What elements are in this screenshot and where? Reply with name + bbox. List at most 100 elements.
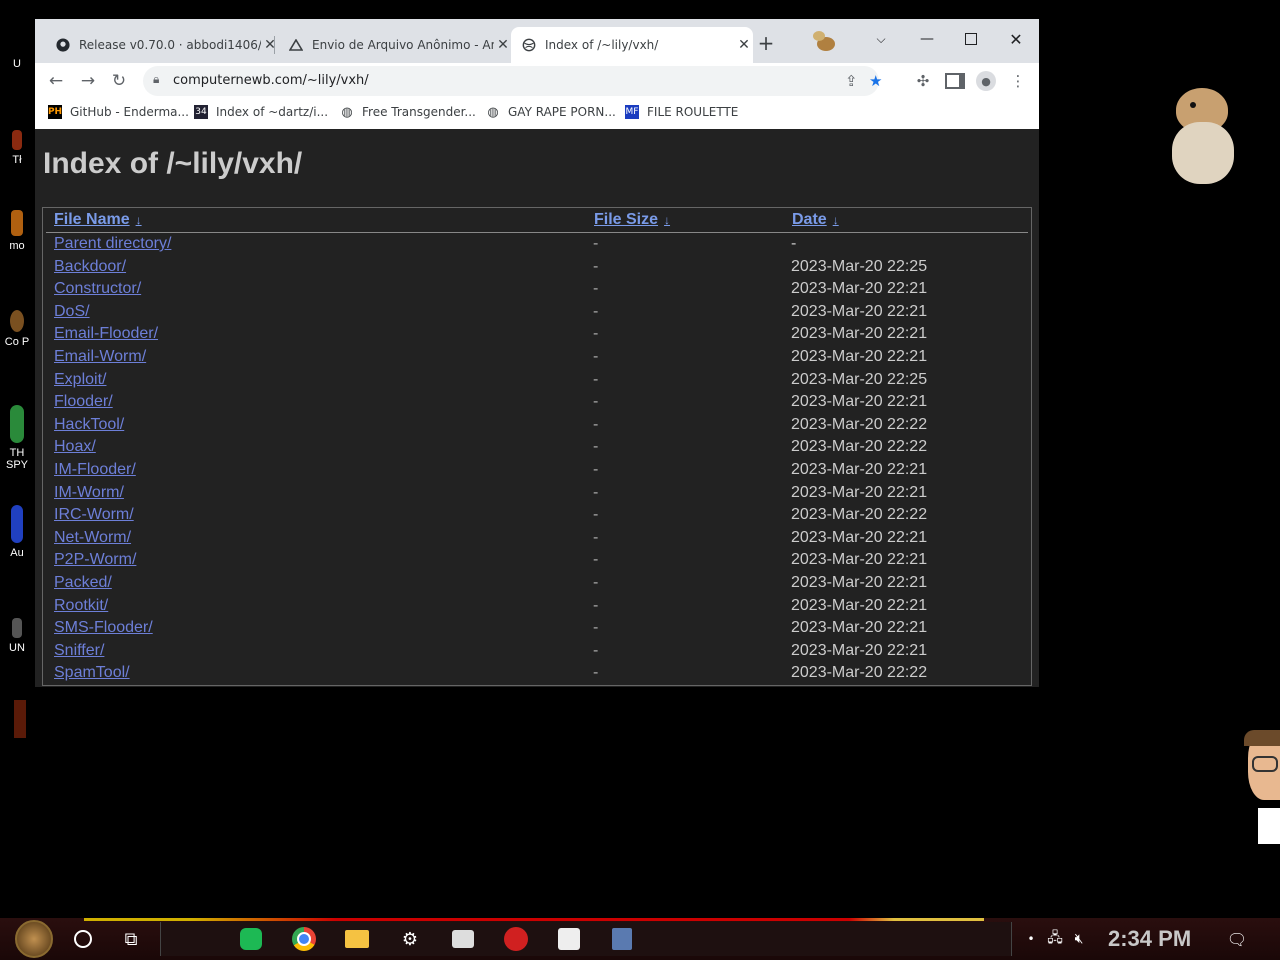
notifications-icon[interactable]: 🗨︎ bbox=[1222, 925, 1252, 953]
side-panel-icon[interactable] bbox=[941, 67, 969, 95]
app-icon-3[interactable] bbox=[607, 925, 637, 953]
menu-icon[interactable]: ⋮ bbox=[1004, 67, 1032, 95]
file-date: 2023-Mar-20 22:21 bbox=[791, 280, 928, 298]
address-bar[interactable]: 🔒︎ computernewb.com/~lily/vxh/ ⇪ ★ bbox=[143, 66, 882, 96]
back-button[interactable]: ← bbox=[42, 67, 70, 95]
file-size: - bbox=[593, 460, 599, 478]
file-link[interactable]: IM-Flooder/ bbox=[54, 461, 136, 479]
tab-search-icon[interactable]: ⌵ bbox=[864, 25, 898, 53]
close-tab-icon[interactable]: ✕ bbox=[494, 37, 512, 53]
close-window-button[interactable]: ✕ bbox=[999, 25, 1033, 53]
file-size: - bbox=[593, 528, 599, 546]
table-row: Hoax/ - 2023-Mar-20 22:22 bbox=[43, 436, 1031, 459]
site-icon: 34 bbox=[194, 105, 208, 119]
new-tab-button[interactable]: + bbox=[753, 31, 779, 57]
minimize-button[interactable]: — bbox=[910, 25, 944, 53]
tab-release[interactable]: Release v0.70.0 · abbodi1406/v ✕ bbox=[47, 27, 279, 63]
browser-window: Release v0.70.0 · abbodi1406/v ✕ Envio d… bbox=[35, 19, 1039, 687]
file-link[interactable]: Hoax/ bbox=[54, 438, 96, 456]
start-icon[interactable] bbox=[12, 920, 56, 958]
desktop-icon[interactable]: UN bbox=[0, 618, 34, 654]
browser-toolbar: ← → ↻ 🔒︎ computernewb.com/~lily/vxh/ ⇪ ★… bbox=[35, 63, 1039, 99]
reload-button[interactable]: ↻ bbox=[105, 67, 133, 95]
file-link[interactable]: SMS-Flooder/ bbox=[54, 619, 153, 637]
file-link[interactable]: SpamTool/ bbox=[54, 664, 130, 682]
file-link[interactable]: Parent directory/ bbox=[54, 235, 171, 253]
file-link[interactable]: IM-Worm/ bbox=[54, 484, 124, 502]
file-link[interactable]: Sniffer/ bbox=[54, 642, 104, 660]
table-row: Email-Flooder/ - 2023-Mar-20 22:21 bbox=[43, 323, 1031, 346]
file-link[interactable]: Constructor/ bbox=[54, 280, 141, 298]
table-row: Flooder/ - 2023-Mar-20 22:21 bbox=[43, 391, 1031, 414]
site-icon: MF bbox=[625, 105, 639, 119]
app-icon-2[interactable] bbox=[501, 925, 531, 953]
sort-by-size-link[interactable]: File Size ↓ bbox=[594, 211, 670, 229]
desktop-icon[interactable]: U bbox=[0, 58, 34, 70]
file-link[interactable]: Flooder/ bbox=[54, 393, 113, 411]
file-size: - bbox=[593, 664, 599, 682]
close-tab-icon[interactable]: ✕ bbox=[261, 37, 279, 53]
file-size: - bbox=[593, 415, 599, 433]
app-icon[interactable] bbox=[448, 925, 478, 953]
bookmark-item[interactable]: ◍ Free Transgender... bbox=[340, 105, 476, 120]
file-explorer-icon[interactable] bbox=[342, 925, 372, 953]
file-link[interactable]: Backdoor/ bbox=[54, 258, 126, 276]
file-link[interactable]: Net-Worm/ bbox=[54, 529, 131, 547]
table-row: IM-Flooder/ - 2023-Mar-20 22:21 bbox=[43, 459, 1031, 482]
file-link[interactable]: Packed/ bbox=[54, 574, 112, 592]
close-tab-icon[interactable]: ✕ bbox=[735, 37, 753, 53]
file-link[interactable]: HackTool/ bbox=[54, 416, 124, 434]
file-size: - bbox=[593, 551, 599, 569]
spotify-icon[interactable] bbox=[236, 925, 266, 953]
extensions-icon[interactable]: ✣ bbox=[909, 67, 937, 95]
file-link[interactable]: P2P-Worm/ bbox=[54, 551, 136, 569]
table-row: Exploit/ - 2023-Mar-20 22:25 bbox=[43, 369, 1031, 392]
forward-button[interactable]: → bbox=[74, 67, 102, 95]
sort-by-date-link[interactable]: Date ↓ bbox=[792, 211, 839, 229]
bookmark-star-icon[interactable]: ★ bbox=[869, 72, 882, 90]
file-size: - bbox=[593, 280, 599, 298]
chrome-icon[interactable] bbox=[289, 925, 319, 953]
file-date: 2023-Mar-20 22:22 bbox=[791, 438, 928, 456]
search-icon[interactable] bbox=[68, 925, 98, 953]
desktop-icon[interactable]: TH SPY bbox=[0, 405, 34, 471]
bookmark-item[interactable]: 34 Index of ~dartz/i... bbox=[194, 105, 328, 119]
file-size: - bbox=[593, 641, 599, 659]
file-link[interactable]: Email-Worm/ bbox=[54, 348, 146, 366]
file-date: 2023-Mar-20 22:21 bbox=[791, 596, 928, 614]
task-view-icon[interactable]: ⧉ bbox=[116, 925, 146, 953]
table-row: IRC-Worm/ - 2023-Mar-20 22:22 bbox=[43, 504, 1031, 527]
volume-muted-icon[interactable]: 🔇︎ bbox=[1064, 925, 1094, 953]
profile-avatar[interactable]: ● bbox=[972, 67, 1000, 95]
file-link[interactable]: DoS/ bbox=[54, 303, 90, 321]
file-size: - bbox=[593, 257, 599, 275]
file-date: 2023-Mar-20 22:21 bbox=[791, 641, 928, 659]
settings-icon[interactable]: ⚙ bbox=[395, 925, 425, 953]
desktop-icon[interactable]: Tł bbox=[0, 130, 34, 166]
tab-index-of[interactable]: Index of /~lily/vxh/ ✕ bbox=[511, 27, 753, 63]
share-icon[interactable]: ⇪ bbox=[845, 72, 858, 90]
desktop-icon[interactable]: Co P bbox=[0, 310, 34, 348]
bookmark-item[interactable]: ◍ GAY RAPE PORN... bbox=[486, 105, 616, 120]
lock-icon: 🔒︎ bbox=[153, 72, 160, 86]
clock[interactable]: 2:34 PM bbox=[1108, 926, 1191, 952]
file-link[interactable]: Exploit/ bbox=[54, 371, 106, 389]
bookmark-item[interactable]: MF FILE ROULETTE bbox=[625, 105, 738, 119]
file-link[interactable]: Email-Flooder/ bbox=[54, 325, 158, 343]
java-icon[interactable] bbox=[554, 925, 584, 953]
tab-envio[interactable]: Envio de Arquivo Anônimo - An ✕ bbox=[280, 27, 512, 63]
file-date: 2023-Mar-20 22:22 bbox=[791, 506, 928, 524]
bookmark-item[interactable]: PH GitHub - Enderma... bbox=[48, 105, 189, 119]
desktop-icon[interactable]: mo bbox=[0, 210, 34, 252]
file-link[interactable]: IRC-Worm/ bbox=[54, 506, 134, 524]
file-link[interactable]: Rootkit/ bbox=[54, 597, 108, 615]
desktop-icon[interactable]: Au bbox=[0, 505, 34, 559]
desktop-icon-image bbox=[10, 310, 24, 332]
desktop-icon-image bbox=[12, 130, 22, 150]
file-size: - bbox=[593, 235, 599, 252]
sort-by-name-link[interactable]: File Name ↓ bbox=[54, 211, 142, 229]
maximize-button[interactable] bbox=[954, 25, 988, 53]
tab-divider bbox=[274, 36, 275, 54]
file-date: 2023-Mar-20 22:21 bbox=[791, 347, 928, 365]
file-date: 2023-Mar-20 22:21 bbox=[791, 619, 928, 637]
